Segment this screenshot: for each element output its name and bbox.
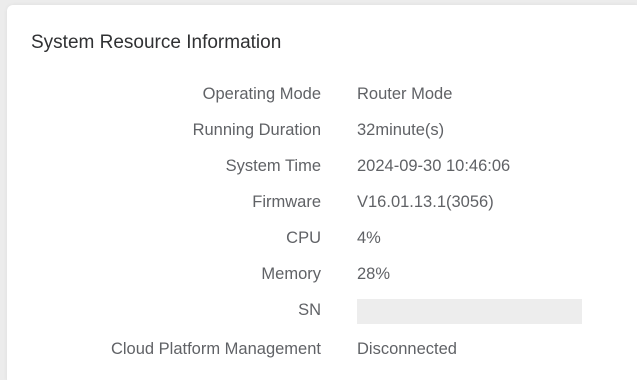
info-row-cpu: CPU 4% — [7, 226, 627, 250]
cpu-value: 4% — [357, 229, 381, 247]
running-duration-value: 32minute(s) — [357, 121, 445, 139]
cloud-platform-management-label: Cloud Platform Management — [110, 340, 321, 358]
panel-title: System Resource Information — [31, 32, 282, 53]
cloud-platform-management-value: Disconnected — [357, 340, 457, 358]
info-row-system-time: System Time 2024-09-30 10:46:06 — [7, 154, 627, 178]
info-row-running-duration: Running Duration 32minute(s) — [7, 118, 627, 142]
running-duration-label: Running Duration — [192, 121, 321, 139]
firmware-label: Firmware — [252, 193, 321, 211]
system-time-label: System Time — [225, 157, 321, 175]
sn-label: SN — [298, 301, 321, 319]
info-row-firmware: Firmware V16.01.13.1(3056) — [7, 190, 627, 214]
system-resource-panel: System Resource Information Operating Mo… — [7, 5, 637, 380]
memory-value: 28% — [357, 265, 391, 283]
operating-mode-value: Router Mode — [357, 85, 453, 103]
info-row-sn: SN — [7, 298, 627, 324]
cpu-label: CPU — [286, 229, 321, 247]
info-row-memory: Memory 28% — [7, 262, 627, 286]
info-row-cloud-platform: Cloud Platform Management Disconnected — [7, 337, 627, 361]
system-time-value: 2024-09-30 10:46:06 — [357, 157, 511, 175]
operating-mode-label: Operating Mode — [202, 85, 321, 103]
sn-value-redacted — [357, 299, 582, 324]
memory-label: Memory — [261, 265, 321, 283]
firmware-value: V16.01.13.1(3056) — [357, 193, 494, 211]
info-row-operating-mode: Operating Mode Router Mode — [7, 82, 627, 106]
